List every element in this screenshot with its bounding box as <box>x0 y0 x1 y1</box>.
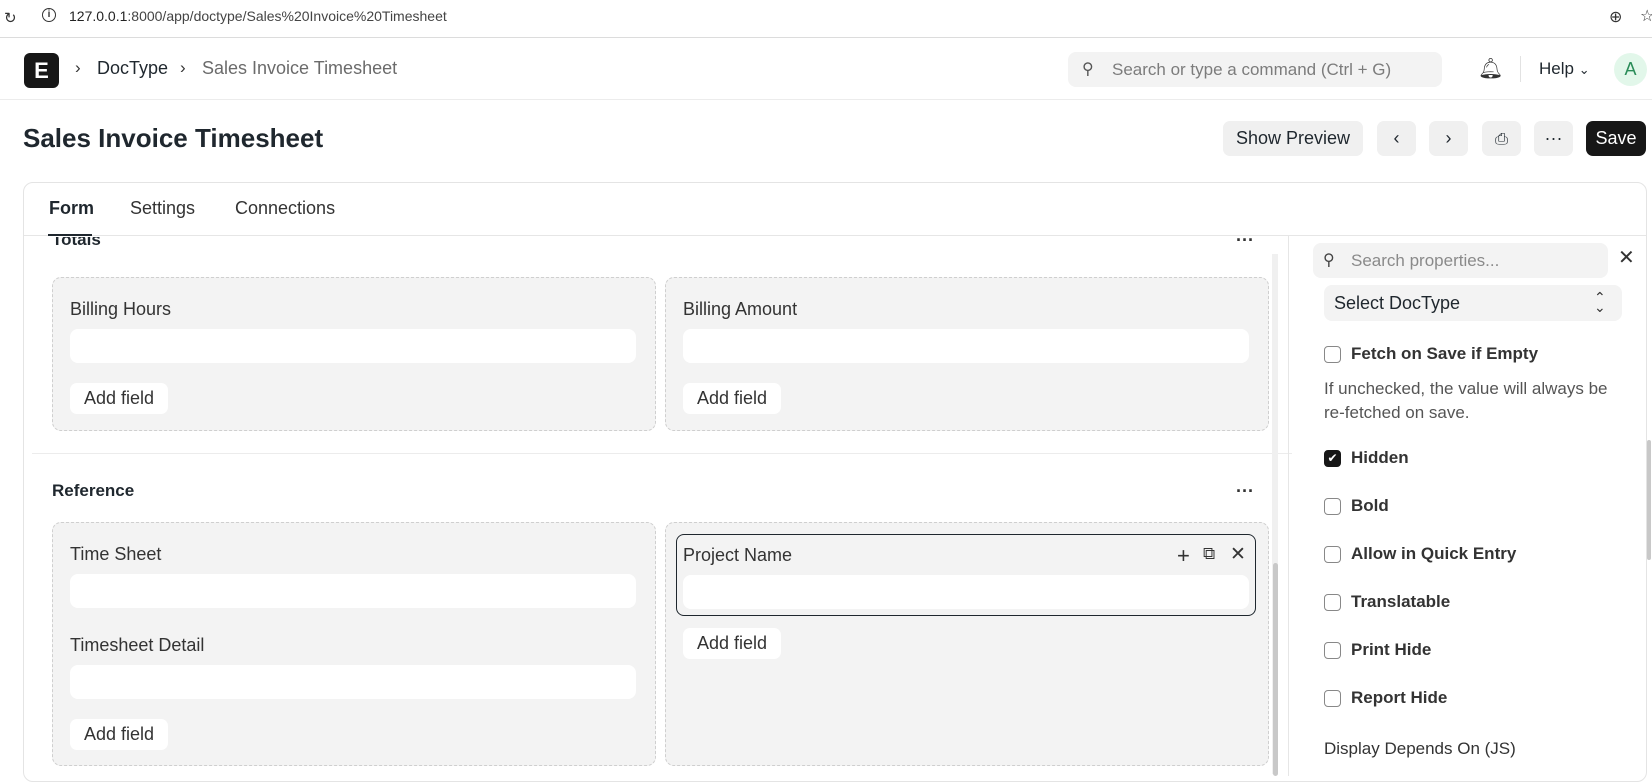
help-dropdown[interactable]: Help ⌄ <box>1539 59 1590 79</box>
sidebar-divider <box>1288 236 1289 776</box>
show-preview-button[interactable]: Show Preview <box>1223 121 1363 156</box>
chevron-down-icon: ⌄ <box>1578 62 1590 77</box>
select-doctype-value: Select DocType <box>1334 293 1461 313</box>
section-divider <box>32 453 1292 454</box>
breadcrumb-doctype[interactable]: DocType <box>97 58 168 79</box>
navbar-divider <box>1520 56 1521 82</box>
checkbox-box[interactable] <box>1324 498 1341 515</box>
checkbox-box[interactable] <box>1324 346 1341 363</box>
breadcrumb-current[interactable]: Sales Invoice Timesheet <box>202 58 397 79</box>
column-totals-right: Billing Amount Add field <box>665 277 1269 431</box>
display-depends-on-label: Display Depends On (JS) <box>1324 739 1516 758</box>
reload-icon[interactable]: ↻ <box>4 9 17 27</box>
field-label-project-name[interactable]: Project Name <box>683 545 792 566</box>
close-icon[interactable]: ✕ <box>1618 245 1635 270</box>
checkbox-box[interactable] <box>1324 690 1341 707</box>
checkbox-box[interactable] <box>1324 594 1341 611</box>
checkbox-label: Report Hide <box>1351 688 1448 707</box>
field-input-billing-amount[interactable] <box>683 329 1249 363</box>
field-label-billing-hours[interactable]: Billing Hours <box>70 299 171 320</box>
section-title-reference: Reference <box>52 481 135 500</box>
url-text[interactable]: 127.0.0.1:8000/app/doctype/Sales%20Invoi… <box>69 8 447 24</box>
zoom-icon[interactable]: ⊕ <box>1609 7 1622 27</box>
printer-icon: ⎙ <box>1495 131 1508 148</box>
add-field-button[interactable]: Add field <box>683 383 781 414</box>
checkbox-label: Hidden <box>1351 448 1409 467</box>
add-icon[interactable]: + <box>1177 543 1190 569</box>
checkbox-box[interactable] <box>1324 642 1341 659</box>
checkbox-label: Bold <box>1351 496 1389 515</box>
sidebar-scrollbar-thumb[interactable] <box>1647 440 1651 560</box>
form-canvas: Totals ··· Billing Hours Add field Billi… <box>24 237 1292 776</box>
tab-connections[interactable]: Connections <box>235 198 335 219</box>
section-menu-icon[interactable]: ··· <box>1236 237 1254 251</box>
notification-bell-icon[interactable]: 🔔︎ <box>1478 56 1503 81</box>
fetch-description: If unchecked, the value will always be r… <box>1324 379 1608 422</box>
checkbox-box[interactable] <box>1324 546 1341 563</box>
prev-doc-button[interactable]: ‹ <box>1377 121 1416 156</box>
chevron-left-icon: ‹ <box>1393 128 1400 148</box>
search-placeholder: Search or type a command (Ctrl + G) <box>1112 60 1392 79</box>
field-label-time-sheet[interactable]: Time Sheet <box>70 544 161 565</box>
field-label-timesheet-detail[interactable]: Timesheet Detail <box>70 635 204 656</box>
add-field-button[interactable]: Add field <box>70 383 168 414</box>
chevron-right-icon: › <box>75 58 81 77</box>
canvas-scrollbar-thumb[interactable] <box>1273 563 1278 776</box>
active-tab-indicator <box>48 234 92 236</box>
app-logo[interactable]: E <box>24 53 59 88</box>
search-icon: ⚲ <box>1082 61 1094 78</box>
url-host: 127.0.0.1 <box>69 8 128 24</box>
print-button[interactable]: ⎙ <box>1482 121 1521 156</box>
tab-settings[interactable]: Settings <box>130 198 195 219</box>
section-title-totals: Totals <box>52 237 101 249</box>
field-input-time-sheet[interactable] <box>70 574 636 608</box>
more-menu-button[interactable]: ··· <box>1534 121 1573 156</box>
browser-url-bar: ↻ i 127.0.0.1:8000/app/doctype/Sales%20I… <box>0 0 1652 38</box>
search-icon: ⚲ <box>1323 252 1335 269</box>
bookmark-star-icon[interactable]: ☆ <box>1640 6 1652 26</box>
field-label-billing-amount[interactable]: Billing Amount <box>683 299 797 320</box>
app-navbar: E › DocType › Sales Invoice Timesheet ⚲ … <box>0 38 1652 100</box>
avatar[interactable]: A <box>1614 53 1647 86</box>
tab-form[interactable]: Form <box>49 198 94 219</box>
checkbox-label: Allow in Quick Entry <box>1351 544 1517 563</box>
awesome-bar[interactable]: ⚲ Search or type a command (Ctrl + G) <box>1068 52 1442 87</box>
help-label: Help <box>1539 59 1574 78</box>
property-search-placeholder: Search properties... <box>1351 251 1500 270</box>
tab-bar: Form Settings Connections <box>24 183 1646 236</box>
selected-field-project-name[interactable]: Project Name + ⧉ ✕ <box>676 534 1256 616</box>
select-doctype-dropdown[interactable]: Select DocType ⌃ ⌄ <box>1324 285 1622 321</box>
field-input-timesheet-detail[interactable] <box>70 665 636 699</box>
property-search-input[interactable]: ⚲ Search properties... <box>1313 243 1608 278</box>
checkbox-checked-icon[interactable]: ✔ <box>1324 450 1341 467</box>
chevron-up-down-icon: ⌃ ⌄ <box>1594 289 1606 315</box>
add-field-button[interactable]: Add field <box>70 719 168 750</box>
chevron-right-icon: › <box>1445 128 1452 148</box>
section-menu-icon[interactable]: ··· <box>1236 481 1254 502</box>
page-title: Sales Invoice Timesheet <box>23 123 324 153</box>
checkbox-label: Fetch on Save if Empty <box>1351 344 1539 363</box>
close-icon[interactable]: ✕ <box>1230 543 1246 566</box>
column-reference-left: Time Sheet Timesheet Detail Add field <box>52 522 656 766</box>
chevron-right-icon: › <box>180 58 186 77</box>
url-path: :8000/app/doctype/Sales%20Invoice%20Time… <box>127 8 447 24</box>
duplicate-icon[interactable]: ⧉ <box>1203 544 1215 564</box>
column-totals-left: Billing Hours Add field <box>52 277 656 431</box>
column-reference-right: Project Name + ⧉ ✕ Add field <box>665 522 1269 766</box>
more-horizontal-icon: ··· <box>1544 128 1563 148</box>
next-doc-button[interactable]: › <box>1429 121 1468 156</box>
checkbox-label: Print Hide <box>1351 640 1432 659</box>
save-button[interactable]: Save <box>1586 121 1646 156</box>
checkbox-label: Translatable <box>1351 592 1451 611</box>
add-field-button[interactable]: Add field <box>683 628 781 659</box>
field-input-project-name[interactable] <box>683 575 1249 609</box>
site-info-icon[interactable]: i <box>42 8 56 22</box>
field-input-billing-hours[interactable] <box>70 329 636 363</box>
